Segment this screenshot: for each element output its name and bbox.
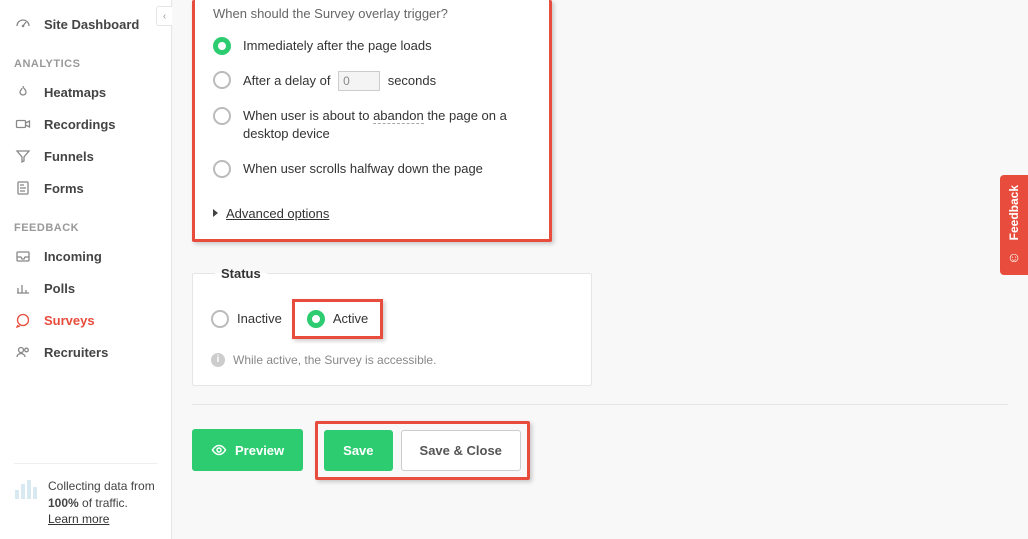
trigger-option-scroll[interactable]: When user scrolls halfway down the page [213, 160, 531, 178]
sidebar-item-label: Surveys [44, 313, 157, 328]
radio-unchecked-icon[interactable] [213, 160, 231, 178]
collecting-data-widget: Collecting data from 100% of traffic. Le… [14, 463, 157, 527]
button-label: Save & Close [420, 443, 502, 458]
trigger-option-abandon[interactable]: When user is about to abandon the page o… [213, 107, 531, 143]
radio-unchecked-icon[interactable] [213, 71, 231, 89]
status-legend: Status [215, 266, 267, 281]
sidebar-collapse-toggle[interactable]: ‹ [156, 6, 172, 26]
trigger-option-delay[interactable]: After a delay of seconds [213, 71, 531, 91]
preview-button[interactable]: Preview [192, 429, 303, 471]
option-label: Active [333, 311, 368, 326]
status-panel: Status Inactive Active i While active, t… [192, 266, 592, 386]
status-option-active[interactable]: Active [292, 299, 383, 339]
option-label: When user scrolls halfway down the page [243, 160, 531, 178]
action-bar: Preview Save Save & Close [192, 404, 1008, 480]
eye-icon [211, 442, 227, 458]
inbox-icon [14, 247, 32, 265]
sidebar-section-feedback: FEEDBACK [0, 204, 171, 240]
sidebar-item-label: Forms [44, 181, 157, 196]
sidebar-item-surveys[interactable]: Surveys [0, 304, 171, 336]
feedback-tab-label: Feedback [1007, 185, 1021, 240]
sidebar-item-label: Recruiters [44, 345, 157, 360]
delay-seconds-input[interactable] [338, 71, 380, 91]
learn-more-link[interactable]: Learn more [48, 512, 109, 526]
main-content: When should the Survey overlay trigger? … [172, 0, 1028, 539]
status-option-inactive[interactable]: Inactive [211, 310, 282, 328]
sidebar-item-label: Polls [44, 281, 157, 296]
caret-right-icon [213, 209, 218, 217]
sidebar-item-label: Funnels [44, 149, 157, 164]
bar-chart-icon [14, 279, 32, 297]
chat-icon [14, 311, 32, 329]
trigger-question: When should the Survey overlay trigger? [213, 6, 531, 21]
option-label: After a delay of seconds [243, 71, 531, 91]
advanced-options-toggle[interactable]: Advanced options [213, 206, 531, 221]
sidebar-item-recordings[interactable]: Recordings [0, 108, 171, 140]
advanced-options-label: Advanced options [226, 206, 329, 221]
collecting-text: Collecting data from 100% of traffic. Le… [48, 478, 157, 527]
form-icon [14, 179, 32, 197]
option-label: Immediately after the page loads [243, 37, 531, 55]
sidebar-item-incoming[interactable]: Incoming [0, 240, 171, 272]
trigger-panel: When should the Survey overlay trigger? … [192, 0, 552, 242]
camera-icon [14, 115, 32, 133]
save-button[interactable]: Save [324, 430, 392, 471]
option-label: When user is about to abandon the page o… [243, 107, 531, 143]
flame-icon [14, 83, 32, 101]
users-icon [14, 343, 32, 361]
info-icon: i [211, 353, 225, 367]
radio-checked-icon[interactable] [307, 310, 325, 328]
sidebar-item-recruiters[interactable]: Recruiters [0, 336, 171, 368]
sidebar: ‹ Site Dashboard ANALYTICS Heatmaps Reco… [0, 0, 172, 539]
sidebar-item-label: Heatmaps [44, 85, 157, 100]
option-label: Inactive [237, 311, 282, 326]
sidebar-item-funnels[interactable]: Funnels [0, 140, 171, 172]
radio-unchecked-icon[interactable] [211, 310, 229, 328]
smiley-icon: ☺ [1007, 249, 1021, 265]
radio-unchecked-icon[interactable] [213, 107, 231, 125]
save-button-group: Save Save & Close [315, 421, 530, 480]
status-hint: i While active, the Survey is accessible… [211, 353, 573, 367]
sidebar-item-label: Recordings [44, 117, 157, 132]
chevron-left-icon: ‹ [163, 11, 166, 22]
sidebar-item-label: Incoming [44, 249, 157, 264]
sidebar-item-polls[interactable]: Polls [0, 272, 171, 304]
sidebar-item-heatmaps[interactable]: Heatmaps [0, 76, 171, 108]
trigger-option-immediate[interactable]: Immediately after the page loads [213, 37, 531, 55]
funnel-icon [14, 147, 32, 165]
traffic-bars-icon [14, 478, 38, 500]
sidebar-item-label: Site Dashboard [44, 17, 157, 32]
abandon-tooltip-term[interactable]: abandon [373, 108, 424, 124]
gauge-icon [14, 15, 32, 33]
radio-checked-icon[interactable] [213, 37, 231, 55]
button-label: Preview [235, 443, 284, 458]
feedback-side-tab[interactable]: Feedback ☺ [1000, 175, 1028, 275]
sidebar-item-forms[interactable]: Forms [0, 172, 171, 204]
button-label: Save [343, 443, 373, 458]
sidebar-section-analytics: ANALYTICS [0, 40, 171, 76]
sidebar-item-dashboard[interactable]: Site Dashboard [0, 8, 171, 40]
save-close-button[interactable]: Save & Close [401, 430, 521, 471]
